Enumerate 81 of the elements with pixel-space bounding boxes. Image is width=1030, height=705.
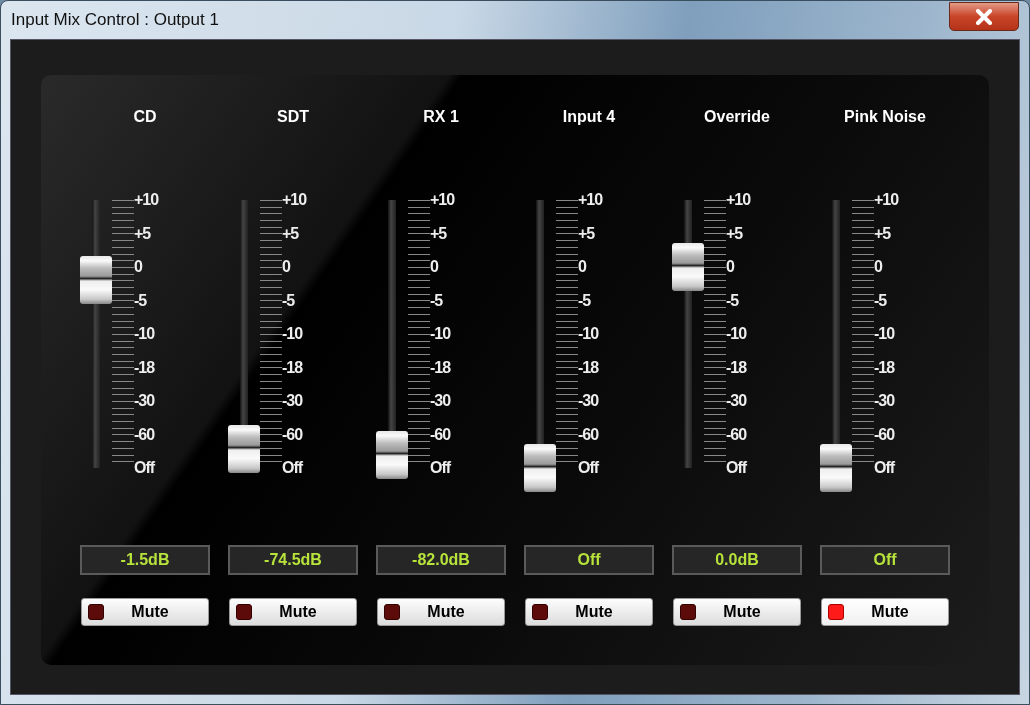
scale-label: Off [430,460,452,476]
level-readout: -82.0dB [376,545,506,575]
scale-label: +5 [134,225,152,242]
scale-label: Off [282,460,304,476]
scale-label: Off [134,460,156,476]
close-button[interactable] [949,2,1019,31]
scale-label: Off [578,460,600,476]
level-readout: 0.0dB [672,545,802,575]
scale-label: -18 [874,359,896,376]
channel-name: Override [704,107,770,127]
scale-label: +10 [726,192,752,208]
scale-label: -60 [874,426,896,443]
scale-label: -60 [430,426,452,443]
mute-button[interactable]: Mute [229,598,357,626]
fader-thumb[interactable] [80,256,112,305]
scale-label: +5 [282,225,300,242]
channel-name: SDT [277,107,309,127]
scale-label: +5 [874,225,892,242]
scale-label: +10 [282,192,308,208]
mute-button[interactable]: Mute [377,598,505,626]
level-readout: Off [820,545,950,575]
channel-name: Pink Noise [844,107,926,127]
scale-label: Off [726,460,748,476]
scale-label: -10 [282,326,304,342]
fader-thumb[interactable] [228,425,260,474]
scale-label: +5 [578,225,596,242]
scale-label: Off [874,460,896,476]
channel-name: RX 1 [423,107,459,127]
level-readout: -74.5dB [228,545,358,575]
window-title: Input Mix Control : Output 1 [11,10,219,30]
scale-label: 0 [282,259,292,275]
scale-label: -18 [430,359,452,376]
scale-label: 0 [134,259,144,275]
scale-label: -60 [578,426,600,443]
scale-label: +10 [430,192,456,208]
scale-label: -30 [282,393,304,409]
scale-label: -18 [282,359,304,376]
fader-thumb[interactable] [820,444,852,492]
scale-label: +10 [134,192,160,208]
scale-label: -30 [726,393,748,409]
scale-label: +10 [578,192,604,208]
scale-label: -5 [134,292,148,309]
scale-label: +5 [726,225,744,242]
fader-thumb[interactable] [524,444,556,492]
scale-label: -18 [578,359,600,376]
scale-label: -60 [134,426,156,443]
scale-label: -10 [134,326,156,342]
scale-label: +10 [874,192,900,208]
scale-label: -5 [874,292,888,309]
scale-label: -5 [430,292,444,309]
channel-name: Input 4 [562,107,616,127]
scale-label: -10 [726,326,748,342]
scale-label: -30 [874,393,896,409]
fader-thumb[interactable] [672,243,704,291]
scale-label: -10 [430,326,452,342]
scale-label: 0 [726,259,736,275]
scale-label: +5 [430,225,448,242]
scale-label: 0 [578,259,588,275]
mute-button[interactable]: Mute [81,598,209,626]
scale-label: -30 [430,393,452,409]
scale-label: -30 [134,393,156,409]
mute-button[interactable]: Mute [821,598,949,626]
scale-label: -10 [578,326,600,342]
scale-label: 0 [430,259,440,275]
level-readout: -1.5dB [80,545,210,575]
channel-name: CD [133,107,157,127]
scale-label: 0 [874,259,884,275]
scale-label: -60 [282,426,304,443]
scale-label: -5 [282,292,296,309]
scale-label: -18 [726,359,748,376]
level-readout: Off [524,545,654,575]
scale-label: -30 [578,393,600,409]
close-icon [975,8,993,25]
scale-label: -60 [726,426,748,443]
mute-button[interactable]: Mute [673,598,801,626]
fader-thumb[interactable] [376,430,408,479]
scale-label: -5 [578,292,592,309]
scale-label: -5 [726,292,740,309]
scale-label: -10 [874,326,896,342]
scale-label: -18 [134,359,156,376]
mute-button[interactable]: Mute [525,598,653,626]
